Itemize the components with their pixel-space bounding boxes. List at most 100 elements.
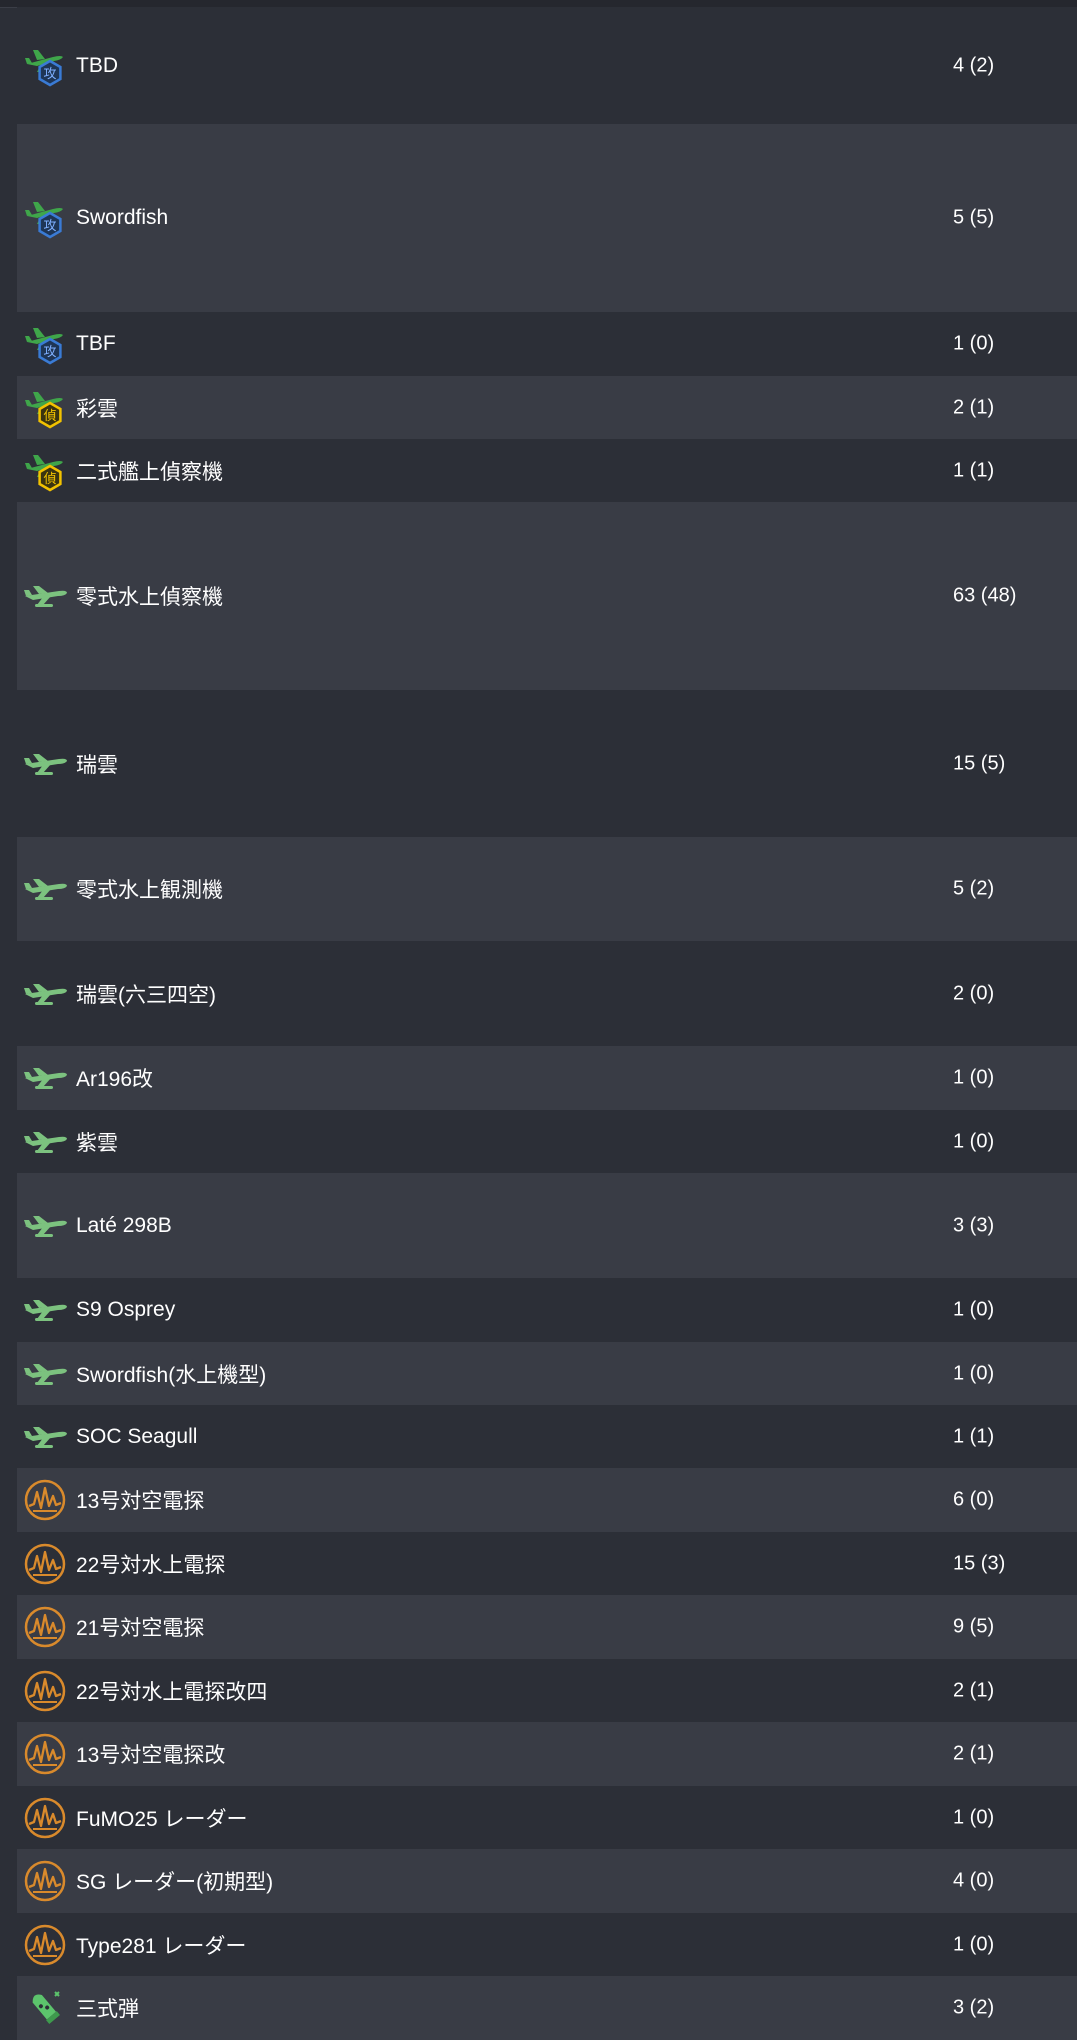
equipment-row[interactable]: 瑞雲 15 (5)	[17, 690, 1077, 837]
equipment-row[interactable]: 偵 二式艦上偵察機 1 (1)	[17, 439, 1077, 502]
equipment-count: 4 (0)	[953, 1869, 995, 1892]
equipment-name: 瑞雲	[76, 753, 118, 777]
equipment-row[interactable]: 攻 Swordfish 5 (5)	[17, 124, 1077, 312]
equipment-row[interactable]: 零式水上観測機 5 (2)	[17, 837, 1077, 941]
equipment-count: 3 (2)	[953, 1996, 995, 2019]
equipment-row[interactable]: 13号対空電探改 2 (1)	[17, 1722, 1077, 1786]
seaplane-icon	[23, 972, 67, 1016]
equipment-name: 三式弾	[76, 1998, 139, 2021]
equipment-row[interactable]: FuMO25 レーダー 1 (0)	[17, 1786, 1077, 1849]
equipment-row[interactable]: 偵 彩雲 2 (1)	[17, 376, 1077, 439]
equipment-name: TBF	[76, 332, 116, 355]
equipment-name: 22号対水上電探改四	[76, 1680, 268, 1704]
equipment-row[interactable]: 21号対空電探 9 (5)	[17, 1595, 1077, 1659]
equipment-row[interactable]: Type281 レーダー 1 (0)	[17, 1913, 1077, 1976]
seaplane-icon	[23, 574, 67, 618]
equipment-count: 1 (1)	[953, 1425, 995, 1447]
equipment-count: 1 (0)	[953, 1298, 995, 1321]
equipment-name: 零式水上観測機	[76, 879, 223, 902]
equipment-row[interactable]: SG レーダー(初期型) 4 (0)	[17, 1849, 1077, 1913]
equipment-count: 1 (1)	[953, 459, 995, 481]
seaplane-icon	[23, 1120, 67, 1164]
recon-plane-icon: 偵	[23, 449, 67, 493]
equipment-name: Swordfish(水上機型)	[76, 1363, 267, 1387]
equipment-name: FuMO25 レーダー	[76, 1807, 248, 1831]
equipment-count: 2 (1)	[953, 1742, 995, 1765]
equipment-count: 5 (2)	[953, 877, 995, 900]
equipment-name: TBD	[76, 53, 118, 77]
radar-icon	[23, 1732, 67, 1776]
equipment-row[interactable]: 紫雲 1 (0)	[17, 1110, 1077, 1173]
radar-icon	[23, 1796, 67, 1840]
torpedo-bomber-icon: 攻	[23, 322, 67, 366]
equipment-count: 2 (1)	[953, 1679, 995, 1701]
equipment-count: 15 (5)	[953, 752, 1006, 774]
equipment-name: 二式艦上偵察機	[76, 460, 223, 484]
equipment-row[interactable]: 13号対空電探 6 (0)	[17, 1468, 1077, 1532]
equipment-count: 1 (0)	[953, 1066, 995, 1089]
torpedo-bomber-icon: 攻	[23, 44, 67, 88]
equipment-row[interactable]: 零式水上偵察機 63 (48)	[17, 502, 1077, 690]
equipment-count: 3 (3)	[953, 1214, 995, 1236]
seaplane-icon	[23, 1288, 67, 1332]
equipment-row[interactable]: Swordfish(水上機型) 1 (0)	[17, 1342, 1077, 1405]
svg-text:偵: 偵	[43, 472, 56, 487]
equipment-count: 1 (0)	[953, 1806, 995, 1828]
seaplane-icon	[23, 1056, 67, 1100]
radar-icon	[23, 1605, 67, 1649]
radar-icon	[23, 1669, 67, 1713]
svg-text:攻: 攻	[43, 219, 56, 234]
equipment-row[interactable]: SOC Seagull 1 (1)	[17, 1405, 1077, 1468]
equipment-count: 1 (0)	[953, 1362, 995, 1384]
equipment-count: 5 (5)	[953, 206, 995, 229]
seaplane-icon	[23, 1415, 67, 1459]
equipment-count: 2 (1)	[953, 396, 995, 418]
equipment-name: S9 Osprey	[76, 1298, 176, 1321]
equipment-name: 彩雲	[76, 397, 118, 421]
radar-icon	[23, 1859, 67, 1903]
seaplane-icon	[23, 867, 67, 911]
equipment-count: 63 (48)	[953, 584, 1017, 607]
equipment-name: 22号対水上電探	[76, 1553, 226, 1577]
equipment-row[interactable]: Laté 298B 3 (3)	[17, 1173, 1077, 1278]
equipment-name: 21号対空電探	[76, 1617, 205, 1640]
svg-text:攻: 攻	[43, 345, 56, 360]
equipment-count: 1 (0)	[953, 332, 995, 355]
equipment-name: Swordfish	[76, 206, 169, 229]
torpedo-bomber-icon: 攻	[23, 196, 67, 240]
equipment-count: 4 (2)	[953, 54, 995, 76]
equipment-list: 攻 TBD 4 (2) 攻 Swordfish 5 (5) 攻 TBF 1 (0) 偵 彩雲 2 (1…	[17, 7, 1077, 2040]
seaplane-icon	[23, 742, 67, 786]
equipment-name: Ar196改	[76, 1068, 154, 1091]
equipment-name: SG レーダー(初期型)	[76, 1871, 274, 1894]
aa-shell-icon	[23, 1986, 67, 2030]
equipment-name: 紫雲	[76, 1131, 118, 1155]
seaplane-icon	[23, 1352, 67, 1396]
equipment-row[interactable]: Ar196改 1 (0)	[17, 1046, 1077, 1110]
equipment-row[interactable]: 三式弾 3 (2)	[17, 1976, 1077, 2040]
equipment-count: 1 (0)	[953, 1130, 995, 1152]
equipment-name: 13号対空電探改	[76, 1744, 226, 1767]
radar-icon	[23, 1478, 67, 1522]
svg-text:偵: 偵	[43, 409, 56, 424]
equipment-row[interactable]: 瑞雲(六三四空) 2 (0)	[17, 941, 1077, 1046]
svg-text:攻: 攻	[43, 67, 56, 82]
equipment-row[interactable]: 22号対水上電探 15 (3)	[17, 1532, 1077, 1595]
seaplane-icon	[23, 1204, 67, 1248]
equipment-name: SOC Seagull	[76, 1424, 198, 1448]
radar-icon	[23, 1923, 67, 1967]
equipment-row[interactable]: 攻 TBD 4 (2)	[17, 7, 1077, 124]
equipment-row[interactable]: 22号対水上電探改四 2 (1)	[17, 1659, 1077, 1722]
equipment-row[interactable]: 攻 TBF 1 (0)	[17, 312, 1077, 376]
equipment-count: 2 (0)	[953, 982, 995, 1004]
equipment-count: 1 (0)	[953, 1933, 995, 1955]
equipment-count: 6 (0)	[953, 1488, 995, 1511]
equipment-count: 9 (5)	[953, 1615, 995, 1638]
equipment-name: 瑞雲(六三四空)	[76, 983, 216, 1007]
recon-plane-icon: 偵	[23, 386, 67, 430]
equipment-name: 13号対空電探	[76, 1490, 205, 1513]
equipment-name: Laté 298B	[76, 1213, 172, 1237]
equipment-name: 零式水上偵察機	[76, 586, 223, 609]
equipment-row[interactable]: S9 Osprey 1 (0)	[17, 1278, 1077, 1342]
equipment-count: 15 (3)	[953, 1552, 1006, 1574]
